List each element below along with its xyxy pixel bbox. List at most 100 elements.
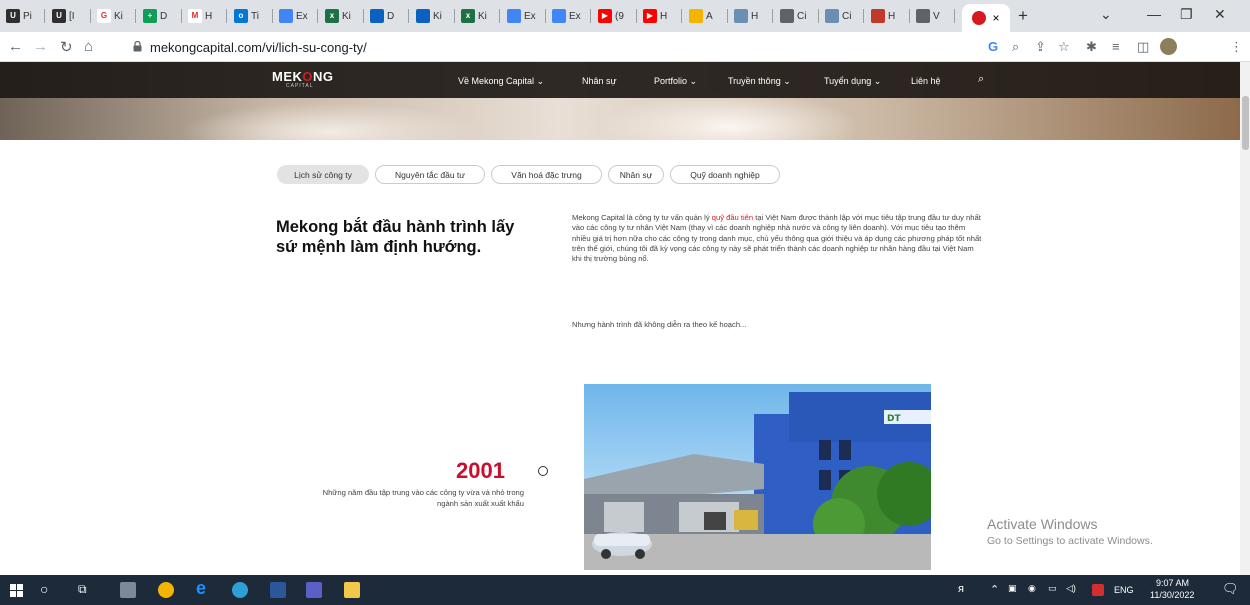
tab-nhan-su[interactable]: Nhân sự xyxy=(608,165,664,184)
activate-windows-watermark: Activate Windows Go to Settings to activ… xyxy=(987,516,1153,547)
nav-nhan-su[interactable]: Nhân sự xyxy=(582,76,617,86)
timeline-year: 2001 xyxy=(456,458,505,483)
browser-tab[interactable]: D xyxy=(370,5,394,27)
edge-icon[interactable]: e xyxy=(196,578,206,599)
close-window-icon[interactable]: ✕ xyxy=(1214,6,1226,23)
side-panel-icon[interactable]: ◫ xyxy=(1137,39,1149,55)
tab-favicon-icon: x xyxy=(461,9,475,23)
tab-lich-su-cong-ty[interactable]: Lịch sử công ty xyxy=(277,165,369,184)
file-explorer-icon[interactable] xyxy=(344,582,360,598)
volume-icon[interactable]: ◁) xyxy=(1066,583,1076,594)
browser-tab[interactable]: A xyxy=(689,5,713,27)
language-indicator[interactable]: ENG xyxy=(1114,585,1134,595)
building-sign-text: DT xyxy=(887,414,901,424)
home-icon[interactable]: ⌂ xyxy=(84,38,93,55)
tab-close-icon[interactable]: × xyxy=(992,11,999,25)
restore-icon[interactable]: ❐ xyxy=(1180,6,1193,23)
tab-label: [I xyxy=(69,10,75,22)
tab-label: A xyxy=(706,10,713,22)
browser-tab[interactable]: Ex xyxy=(552,5,581,27)
windows-start-icon[interactable] xyxy=(10,584,23,597)
tray-icon-1[interactable]: ▣ xyxy=(1008,583,1017,594)
tab-van-hoa-dac-trung[interactable]: Văn hoá đặc trưng xyxy=(491,165,602,184)
chevron-up-icon[interactable]: ⌃ xyxy=(990,583,999,596)
browser-tab[interactable]: ▶ H xyxy=(643,5,667,27)
tab-nguyen-tac-dau-tu[interactable]: Nguyên tắc đầu tư xyxy=(375,165,485,184)
tray-v-icon[interactable] xyxy=(1092,584,1104,596)
browser-tab[interactable]: Ex xyxy=(279,5,308,27)
browser-tab[interactable]: Ci xyxy=(780,5,806,27)
tab-label: H xyxy=(751,10,759,22)
active-tab[interactable]: × xyxy=(962,4,1010,32)
tab-search-chevron-icon[interactable]: ⌄ xyxy=(1100,6,1112,23)
tab-separator xyxy=(727,9,728,23)
browser-tab[interactable]: + D xyxy=(143,5,167,27)
chrome-icon[interactable] xyxy=(158,582,174,598)
browser-tab[interactable]: Ci xyxy=(825,5,851,27)
browser-tab[interactable]: H xyxy=(734,5,758,27)
new-tab-button[interactable]: + xyxy=(1018,6,1028,26)
timeline-description: Những năm đầu tập trung vào các công ty … xyxy=(322,488,524,508)
minimize-icon[interactable]: — xyxy=(1147,6,1161,22)
teams-icon[interactable] xyxy=(306,582,322,598)
browser-tab[interactable]: Ex xyxy=(507,5,536,27)
tray-icon-2[interactable]: ◉ xyxy=(1028,583,1036,594)
browser-tab[interactable]: G Ki xyxy=(97,5,123,27)
people-icon[interactable]: ᴙ xyxy=(958,583,964,595)
tab-favicon-icon: G xyxy=(97,9,111,23)
tab-label: Ci xyxy=(842,10,852,22)
tab-quy-doanh-nghiep[interactable]: Quỹ doanh nghiệp xyxy=(670,165,780,184)
zoom-icon[interactable]: ⌕ xyxy=(1012,39,1019,55)
nav-ve-mekong-capital[interactable]: Về Mekong Capital ⌄ xyxy=(458,76,544,87)
mekong-capital-logo[interactable]: MEKONG xyxy=(272,69,334,84)
browser-tab[interactable]: ▶ (9 xyxy=(598,5,624,27)
bookmark-star-icon[interactable]: ☆ xyxy=(1058,39,1070,55)
search-icon[interactable]: ⌕ xyxy=(978,73,984,86)
task-view-icon[interactable]: ⧉ xyxy=(78,582,87,597)
browser-tab[interactable]: x Ki xyxy=(461,5,487,27)
site-header-nav: MEKONG CAPITAL Về Mekong Capital ⌄ Nhân … xyxy=(0,62,1240,98)
browser-tab[interactable]: o Ti xyxy=(234,5,259,27)
quy-dau-tien-link[interactable]: quỹ đầu tiên xyxy=(712,213,753,222)
app-icon-1[interactable] xyxy=(120,582,136,598)
clock-time[interactable]: 9:07 AM xyxy=(1156,578,1189,588)
lock-icon[interactable] xyxy=(133,41,142,52)
network-icon[interactable]: ▭ xyxy=(1048,583,1057,594)
app-icon-badge[interactable] xyxy=(232,582,248,598)
browser-tab[interactable]: Ki xyxy=(416,5,442,27)
scrollbar-thumb[interactable] xyxy=(1242,96,1249,150)
browser-tab[interactable]: MH xyxy=(188,5,212,27)
tab-favicon-icon: x xyxy=(325,9,339,23)
nav-truyen-thong[interactable]: Truyền thông ⌄ xyxy=(728,76,791,87)
word-icon[interactable] xyxy=(270,582,286,598)
back-icon[interactable]: ← xyxy=(8,38,23,55)
tab-favicon-icon: ▶ xyxy=(643,9,657,23)
tab-label: V xyxy=(933,10,940,22)
browser-tab[interactable]: U Pi xyxy=(6,5,32,27)
browser-tab-strip: U Pi U [I G Ki + D M Ho Ti Ex x Ki D Ki x Ki Ex Ex ▶ (9 ▶ H A H Ci… xyxy=(0,0,1250,32)
clock-date[interactable]: 11/30/2022 xyxy=(1150,590,1194,600)
share-icon[interactable]: ⇪ xyxy=(1035,39,1046,55)
tab-favicon-icon: ▶ xyxy=(598,9,612,23)
nav-lien-he[interactable]: Liên hệ xyxy=(911,76,941,86)
reload-icon[interactable]: ↻ xyxy=(60,38,73,56)
tab-favicon-icon xyxy=(279,9,293,23)
browser-tab[interactable]: H xyxy=(871,5,895,27)
reading-list-icon[interactable]: ≡ xyxy=(1112,39,1120,54)
browser-tab[interactable]: V xyxy=(916,5,940,27)
google-lens-icon[interactable]: G xyxy=(988,39,998,54)
tab-separator xyxy=(454,9,455,23)
nav-label: Nhân sự xyxy=(582,76,617,86)
extensions-icon[interactable]: ✱ xyxy=(1086,39,1097,55)
tab-label: Ti xyxy=(251,10,259,22)
forward-icon[interactable]: → xyxy=(33,38,48,55)
nav-tuyen-dung[interactable]: Tuyển dụng ⌄ xyxy=(824,76,881,87)
menu-kebab-icon[interactable]: ⋮ xyxy=(1230,39,1243,55)
browser-tab[interactable]: x Ki xyxy=(325,5,351,27)
profile-avatar[interactable] xyxy=(1160,38,1177,55)
nav-portfolio[interactable]: Portfolio ⌄ xyxy=(654,76,697,87)
notifications-icon[interactable]: 🗨 xyxy=(1222,581,1239,597)
browser-tab[interactable]: U [I xyxy=(52,5,75,27)
url-field[interactable]: mekongcapital.com/vi/lich-su-cong-ty/ xyxy=(150,40,367,55)
search-circle-icon[interactable]: ○ xyxy=(40,581,48,597)
